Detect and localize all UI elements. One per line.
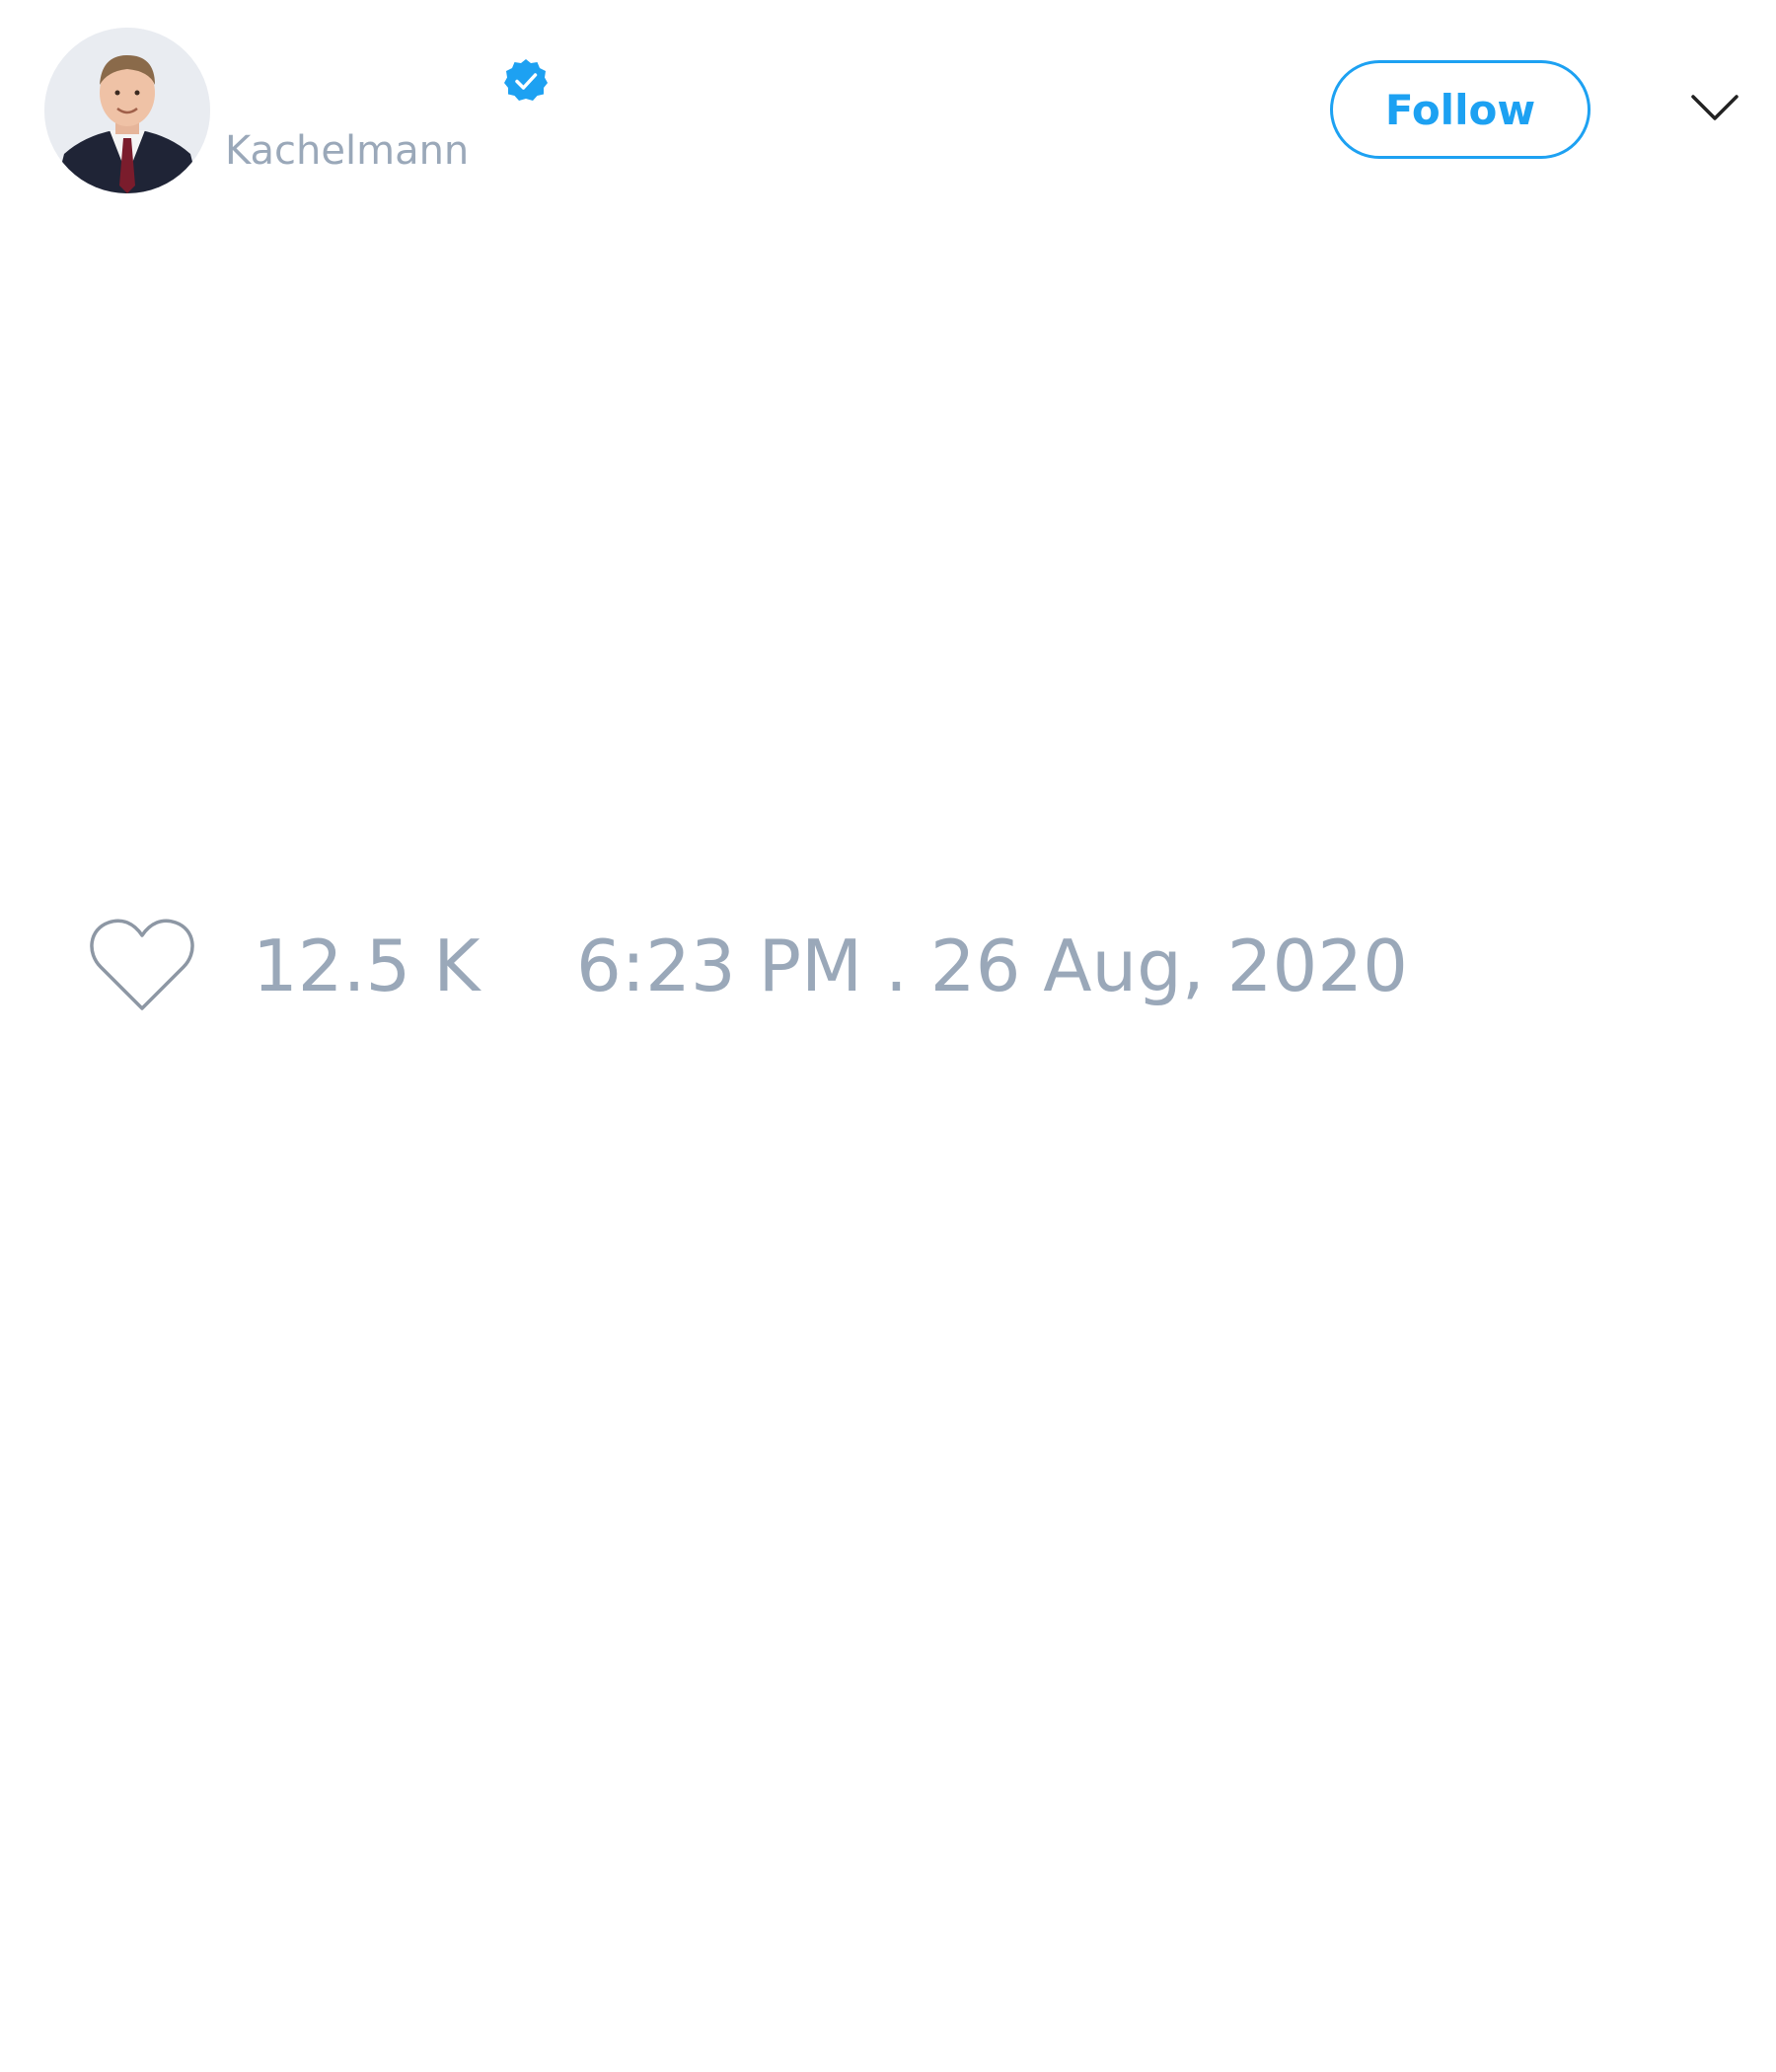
avatar-photo <box>44 28 210 193</box>
follow-button[interactable]: Follow <box>1330 60 1591 159</box>
verified-badge-icon <box>502 57 550 105</box>
chevron-down-icon[interactable] <box>1689 89 1740 128</box>
avatar[interactable] <box>44 28 210 193</box>
author-handle[interactable]: Kachelmann <box>225 126 469 176</box>
heart-icon[interactable] <box>87 916 197 1014</box>
tweet-timestamp[interactable]: 6:23 PM . 26 Aug, 2020 <box>576 923 1408 1009</box>
like-count: 12.5 K <box>253 925 481 1007</box>
